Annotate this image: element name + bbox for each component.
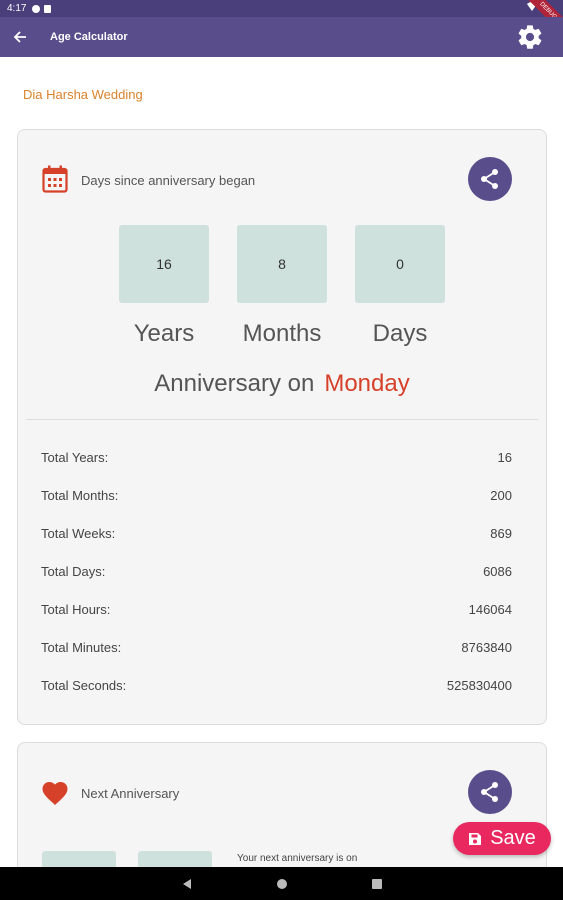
next-anniversary-card: Next Anniversary Your next anniversary i… [17,742,547,882]
stat-value: 146064 [468,602,512,617]
notification-icon [32,4,41,13]
stat-label: Total Weeks: [41,526,116,541]
anniversary-card: Days since anniversary began 16 8 0 Year… [17,129,547,725]
arrow-left-icon [13,31,26,43]
share-icon [481,169,498,189]
event-name: Dia Harsha Wedding [23,87,143,102]
stat-row: Total Days: 6086 [41,564,512,584]
stat-row: Total Seconds: 525830400 [41,678,512,698]
square-recents-icon [371,878,382,889]
save-icon [468,832,482,846]
stat-label: Total Minutes: [41,640,122,655]
share-button[interactable] [468,157,512,201]
card-heading: Days since anniversary began [81,173,256,188]
stat-value: 869 [490,526,512,541]
years-label: Years [133,320,195,347]
months-label: Months [242,320,322,347]
circle-home-icon [276,878,287,889]
divider [26,419,538,420]
stat-value: 525830400 [446,678,512,693]
days-label: Days [372,320,428,347]
nav-recents-button[interactable] [367,874,387,894]
app-bar: Age Calculator [0,17,563,57]
card-heading: Next Anniversary [81,786,180,801]
days-count-box: 0 [355,225,445,303]
status-bar: 4:17 DEBUG [0,0,563,38]
heart-icon [42,782,68,805]
stat-row: Total Minutes: 8763840 [41,640,512,660]
system-nav-bar [0,867,563,900]
save-label: Save [490,827,536,849]
anniversary-prefix: Anniversary on [154,370,315,397]
sd-card-icon [44,4,52,13]
back-button[interactable] [0,17,40,57]
anniversary-day-line: Anniversary on Monday [18,370,546,398]
stat-row: Total Weeks: 869 [41,526,512,546]
stat-label: Total Days: [41,564,106,579]
app-title: Age Calculator [50,31,128,43]
calendar-icon [42,165,68,193]
status-time: 4:17 [7,3,27,14]
share-icon [481,782,498,802]
stat-label: Total Years: [41,450,109,465]
content-area: Dia Harsha Wedding Days since anniversar… [0,57,563,882]
stat-label: Total Hours: [41,602,111,617]
stat-value: 6086 [483,564,512,579]
stat-label: Total Seconds: [41,678,127,693]
next-anniversary-text: Your next anniversary is on [237,853,358,864]
nav-home-button[interactable] [272,874,292,894]
stat-value: 8763840 [461,640,512,655]
stat-row: Total Years: 16 [41,450,512,470]
anniversary-day: Monday [324,370,410,397]
nav-back-button[interactable] [177,874,197,894]
gear-icon [518,25,542,49]
stat-label: Total Months: [41,488,119,503]
settings-button[interactable] [515,22,545,52]
stat-row: Total Months: 200 [41,488,512,508]
stat-value: 16 [497,450,512,465]
triangle-back-icon [182,878,191,889]
save-button[interactable]: Save [453,822,551,855]
years-count-box: 16 [119,225,209,303]
stat-value: 200 [490,488,512,503]
months-count-box: 8 [237,225,327,303]
share-button[interactable] [468,770,512,814]
stat-row: Total Hours: 146064 [41,602,512,622]
